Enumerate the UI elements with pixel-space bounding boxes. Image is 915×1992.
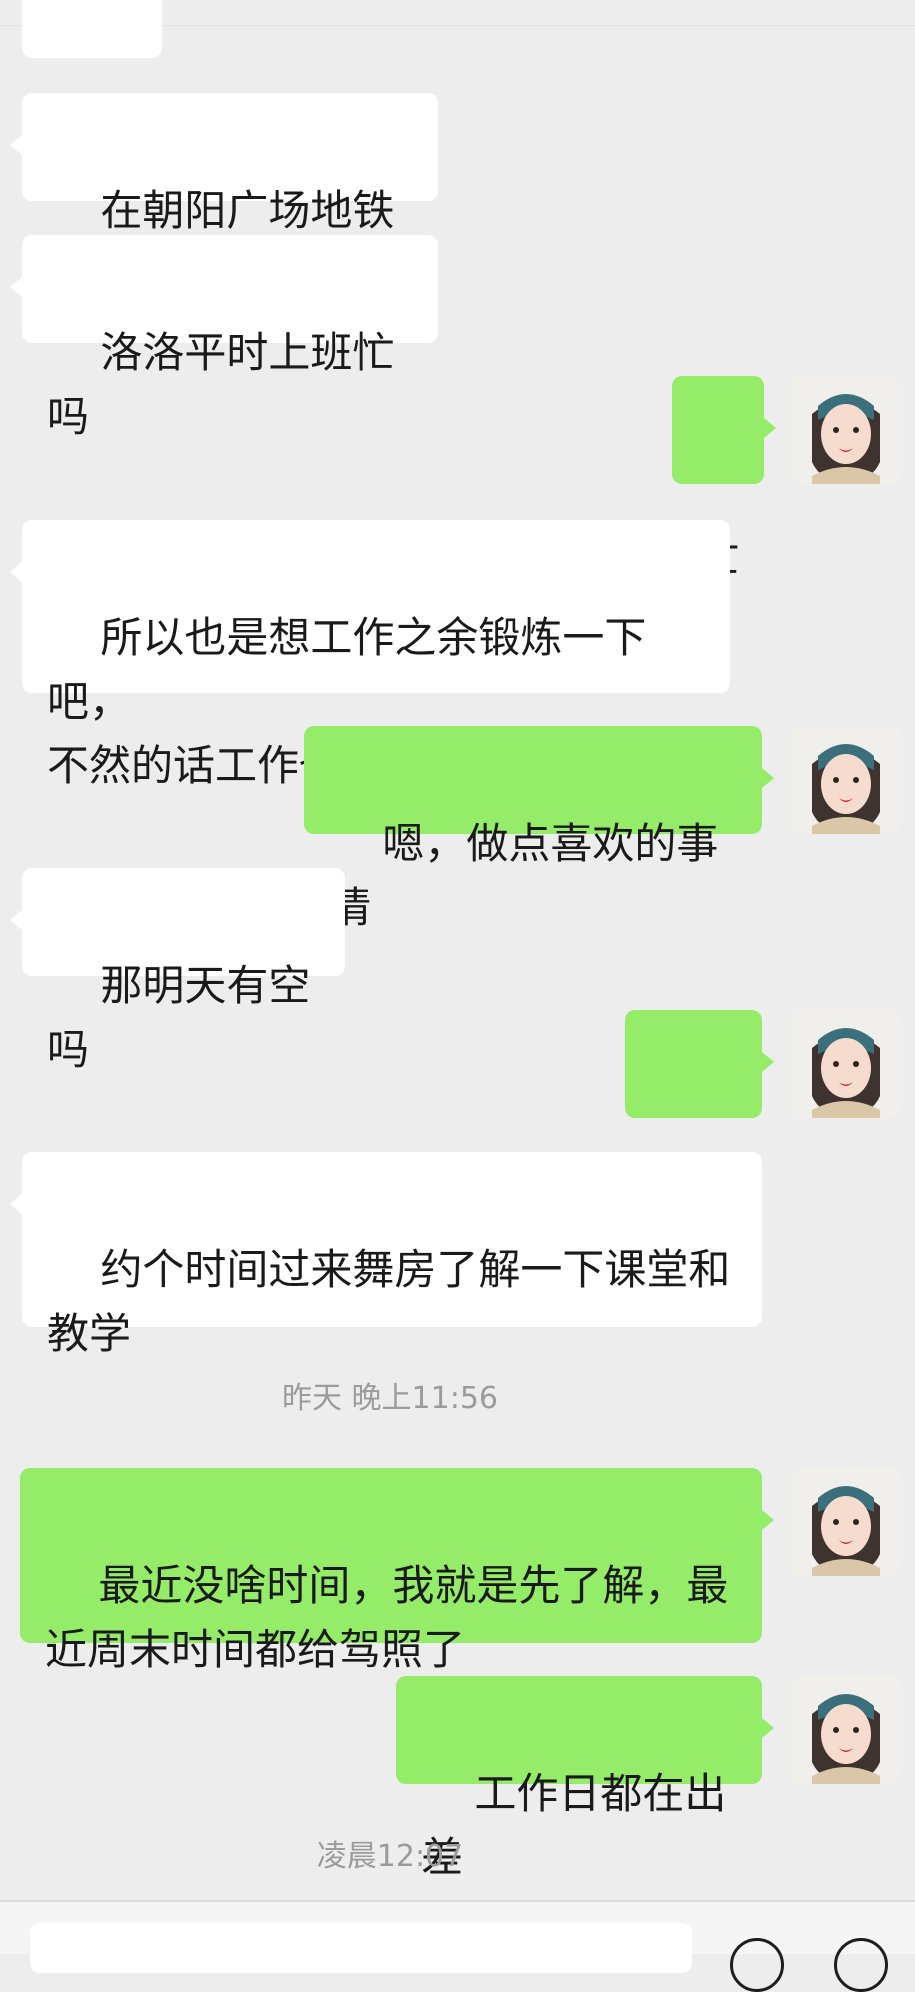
user-avatar-icon: [792, 1010, 900, 1118]
message-text: 最近没啥时间，我就是先了解，最 近周末时间都给驾照了: [45, 1561, 729, 1674]
user-avatar-icon: [792, 1468, 900, 1576]
message-bubble-outgoing[interactable]: 忙: [672, 376, 776, 582]
timestamp: 昨天 晚上11:56: [282, 1381, 498, 1416]
message-input[interactable]: [30, 1923, 692, 1973]
user-avatar-icon[interactable]: [792, 1468, 900, 1576]
user-avatar-icon[interactable]: [792, 1010, 900, 1118]
message-bubble-incoming[interactable]: 那明天有空吗: [10, 868, 345, 1074]
message-bubble-outgoing[interactable]: 嗯，做点喜欢的事情: [304, 726, 774, 932]
message-bubble-incoming[interactable]: 所以也是想工作之余锻炼一下吧， 不然的话工作也太累了: [10, 520, 730, 790]
message-bubble-incoming[interactable]: 约个时间过来舞房了解一下课堂和 教学: [10, 1152, 762, 1358]
user-avatar-icon: [792, 726, 900, 834]
previous-message-bubble-partial: [22, 0, 162, 58]
timestamp: 凌晨12:07: [316, 1839, 464, 1874]
voice-icon[interactable]: [730, 1938, 784, 1992]
message-bubble-incoming[interactable]: 在朝阳广场地铁口: [10, 93, 438, 299]
chat-message-list[interactable]: 在朝阳广场地铁口 洛洛平时上班忙吗 忙 所以也是想工作之余锻炼一下吧， 不然的话…: [0, 0, 915, 1900]
message-bubble-incoming[interactable]: 洛洛平时上班忙吗: [10, 235, 438, 441]
user-avatar-icon[interactable]: [792, 1676, 900, 1784]
emoji-icon[interactable]: [834, 1938, 888, 1992]
message-text: 洛洛平时上班忙吗: [47, 328, 395, 441]
chat-input-bar: [0, 1900, 915, 1992]
user-avatar-icon: [792, 1676, 900, 1784]
message-text: 嗯，做点喜欢的事情: [329, 819, 719, 932]
user-avatar-icon: [792, 376, 900, 484]
message-bubble-outgoing[interactable]: 工作日都在出差: [396, 1676, 774, 1882]
user-avatar-icon[interactable]: [792, 376, 900, 484]
message-text: 约个时间过来舞房了解一下课堂和 教学: [47, 1245, 731, 1358]
message-bubble-outgoing[interactable]: 没空: [625, 1010, 774, 1216]
user-avatar-icon[interactable]: [792, 726, 900, 834]
message-text: 那明天有空吗: [47, 961, 311, 1074]
message-bubble-outgoing[interactable]: 最近没啥时间，我就是先了解，最 近周末时间都给驾照了: [20, 1468, 774, 1674]
